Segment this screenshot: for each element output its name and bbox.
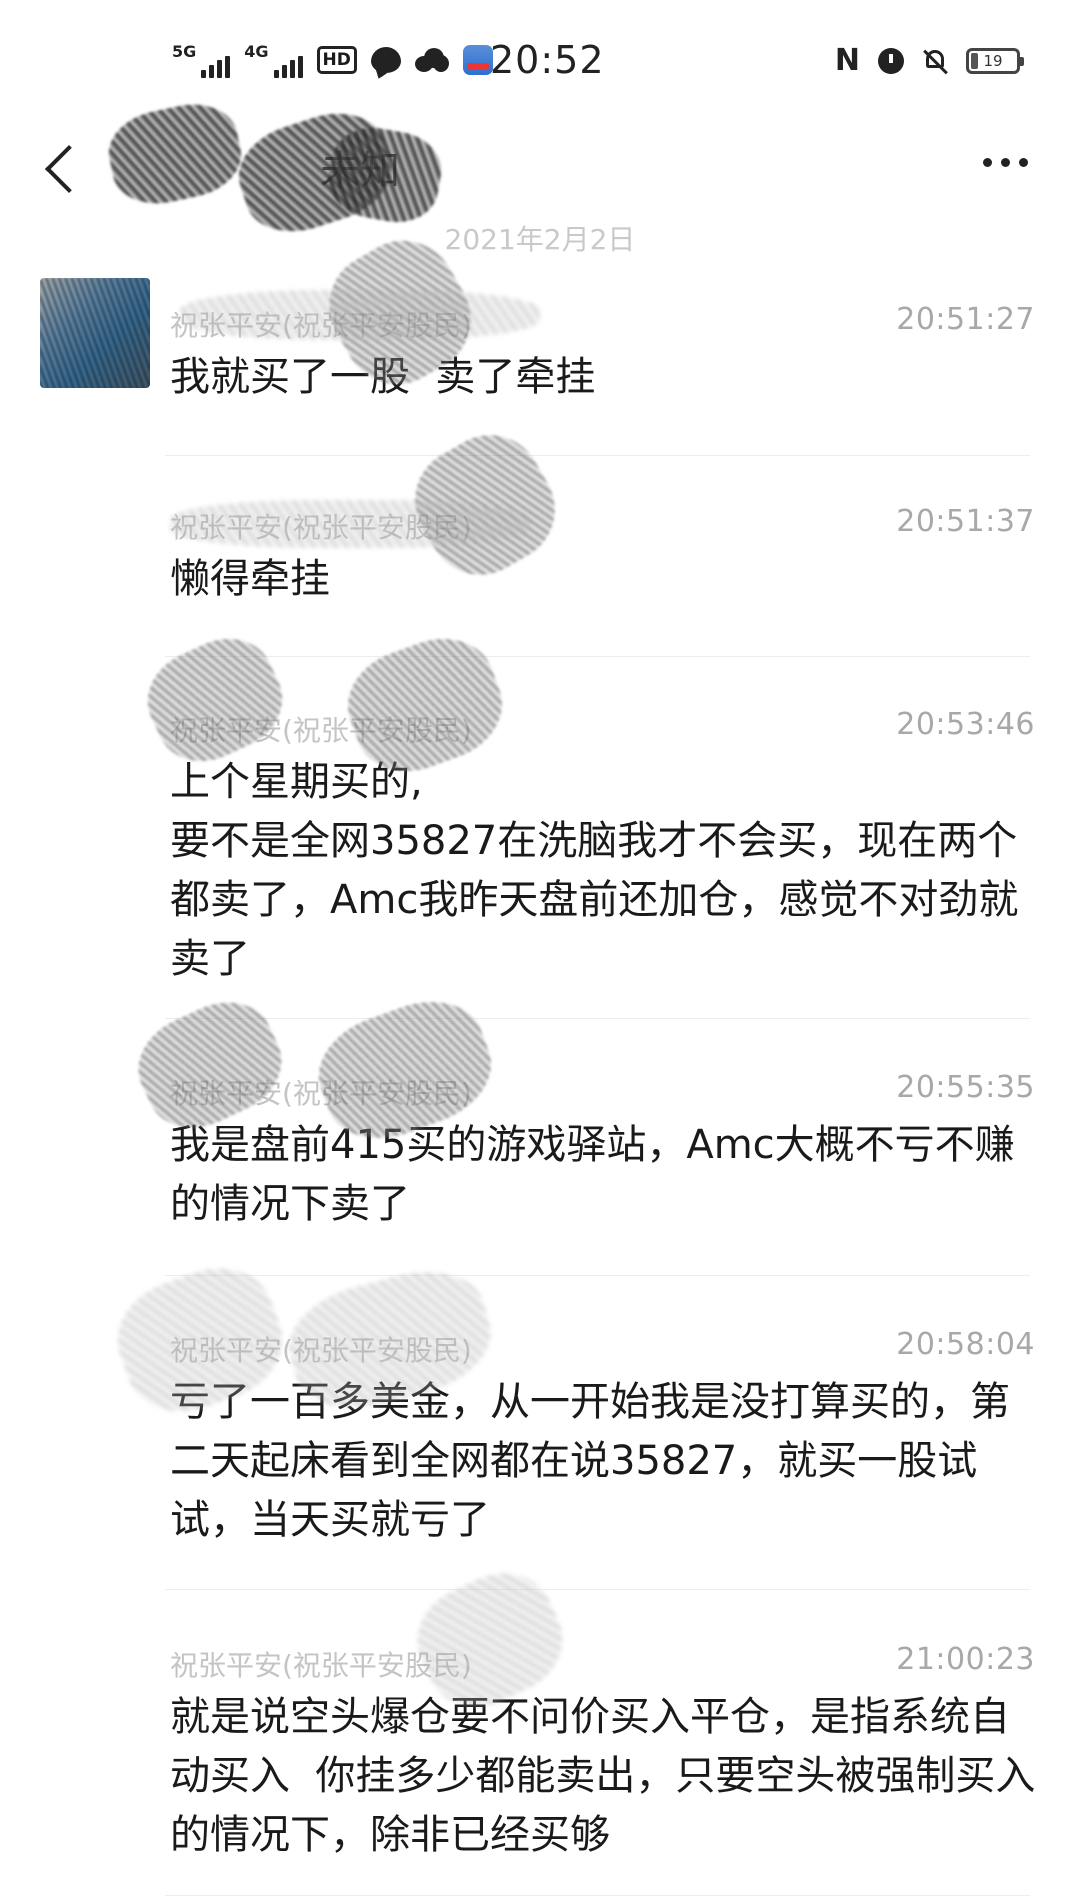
battery-icon: 19 — [966, 48, 1024, 74]
message-meta: 祝张平安(祝张平安股民) 20:58:04 — [170, 1323, 1040, 1373]
divider — [165, 656, 1030, 657]
message-sender: 祝张平安(祝张平安股民) — [170, 1077, 472, 1110]
message-sender: 祝张平安(祝张平安股民) — [170, 1649, 472, 1682]
message-sender: 祝张平安(祝张平安股民) — [170, 1334, 472, 1367]
message-time: 20:55:35 — [896, 1070, 1035, 1105]
status-icons-left: 5G 4G HD — [172, 42, 493, 78]
message-text[interactable]: 懒得牵挂 — [170, 550, 1040, 609]
divider — [165, 1895, 1030, 1896]
title-bar: 未知 — [0, 130, 1080, 225]
message-meta: 祝张平安(祝张平安股民) 20:55:35 — [170, 1066, 1040, 1116]
signal-4g-label: 4G — [244, 42, 269, 61]
app-icon — [462, 45, 493, 75]
message-time: 20:51:37 — [896, 504, 1035, 539]
message-meta: 祝张平安(祝张平安股民) 20:53:46 — [170, 703, 1040, 753]
signal-5g-icon: 5G — [172, 42, 231, 78]
divider — [165, 1018, 1030, 1019]
cloud-icon — [414, 48, 449, 72]
divider — [165, 1275, 1030, 1276]
date-divider: 2021年2月2日 — [444, 223, 636, 256]
nfc-icon: N — [834, 43, 860, 78]
message-sender: 祝张平安(祝张平安股民) — [170, 309, 472, 342]
signal-5g-label: 5G — [172, 42, 197, 61]
message-time: 20:51:27 — [896, 302, 1035, 337]
message-text[interactable]: 我是盘前415买的游戏驿站，Amc大概不亏不赚的情况下卖了 — [170, 1116, 1040, 1234]
message-item: 祝张平安(祝张平安股民) 21:00:23 就是说空头爆仓要不问价买入平仓，是指… — [170, 1638, 1040, 1865]
message-item: 祝张平安(祝张平安股民) 20:55:35 我是盘前415买的游戏驿站，Amc大… — [170, 1066, 1040, 1234]
message-time: 21:00:23 — [896, 1642, 1035, 1677]
avatar[interactable] — [40, 278, 150, 388]
message-text[interactable]: 我就买了一股 卖了牵挂 — [170, 348, 1040, 407]
message-item: 祝张平安(祝张平安股民) 20:53:46 上个星期买的, 要不是全网35827… — [170, 703, 1040, 989]
chat-icon — [370, 47, 401, 73]
mute-icon — [922, 48, 948, 74]
message-sender: 祝张平安(祝张平安股民) — [170, 714, 472, 747]
back-icon[interactable] — [38, 142, 86, 202]
signal-4g-icon: 4G — [244, 42, 303, 78]
message-item: 祝张平安(祝张平安股民) 20:51:37 懒得牵挂 — [170, 500, 1040, 609]
message-item: 祝张平安(祝张平安股民) 20:51:27 我就买了一股 卖了牵挂 — [170, 298, 1040, 407]
status-bar: 5G 4G HD 20:52 N 19 — [0, 0, 1080, 130]
message-time: 20:53:46 — [896, 707, 1035, 742]
hd-icon: HD — [316, 46, 357, 74]
battery-level: 19 — [983, 52, 1003, 70]
alarm-icon — [878, 48, 904, 74]
divider — [165, 455, 1030, 456]
status-time: 20:52 — [490, 38, 605, 82]
chat-title: 未知 — [320, 148, 400, 194]
status-icons-right: N 19 — [834, 43, 1024, 78]
more-icon[interactable] — [983, 158, 1028, 167]
message-item: 祝张平安(祝张平安股民) 20:58:04 亏了一百多美金，从一开始我是没打算买… — [170, 1323, 1040, 1550]
message-text[interactable]: 亏了一百多美金，从一开始我是没打算买的，第二天起床看到全网都在说35827，就买… — [170, 1373, 1040, 1550]
message-text[interactable]: 上个星期买的, 要不是全网35827在洗脑我才不会买，现在两个都卖了，Amc我昨… — [170, 753, 1040, 989]
message-meta: 祝张平安(祝张平安股民) 21:00:23 — [170, 1638, 1040, 1688]
message-text[interactable]: 就是说空头爆仓要不问价买入平仓，是指系统自动买入 你挂多少都能卖出，只要空头被强… — [170, 1688, 1040, 1865]
message-meta: 祝张平安(祝张平安股民) 20:51:37 — [170, 500, 1040, 550]
divider — [165, 1589, 1030, 1590]
message-sender: 祝张平安(祝张平安股民) — [170, 511, 472, 544]
message-meta: 祝张平安(祝张平安股民) 20:51:27 — [170, 298, 1040, 348]
message-time: 20:58:04 — [896, 1327, 1035, 1362]
